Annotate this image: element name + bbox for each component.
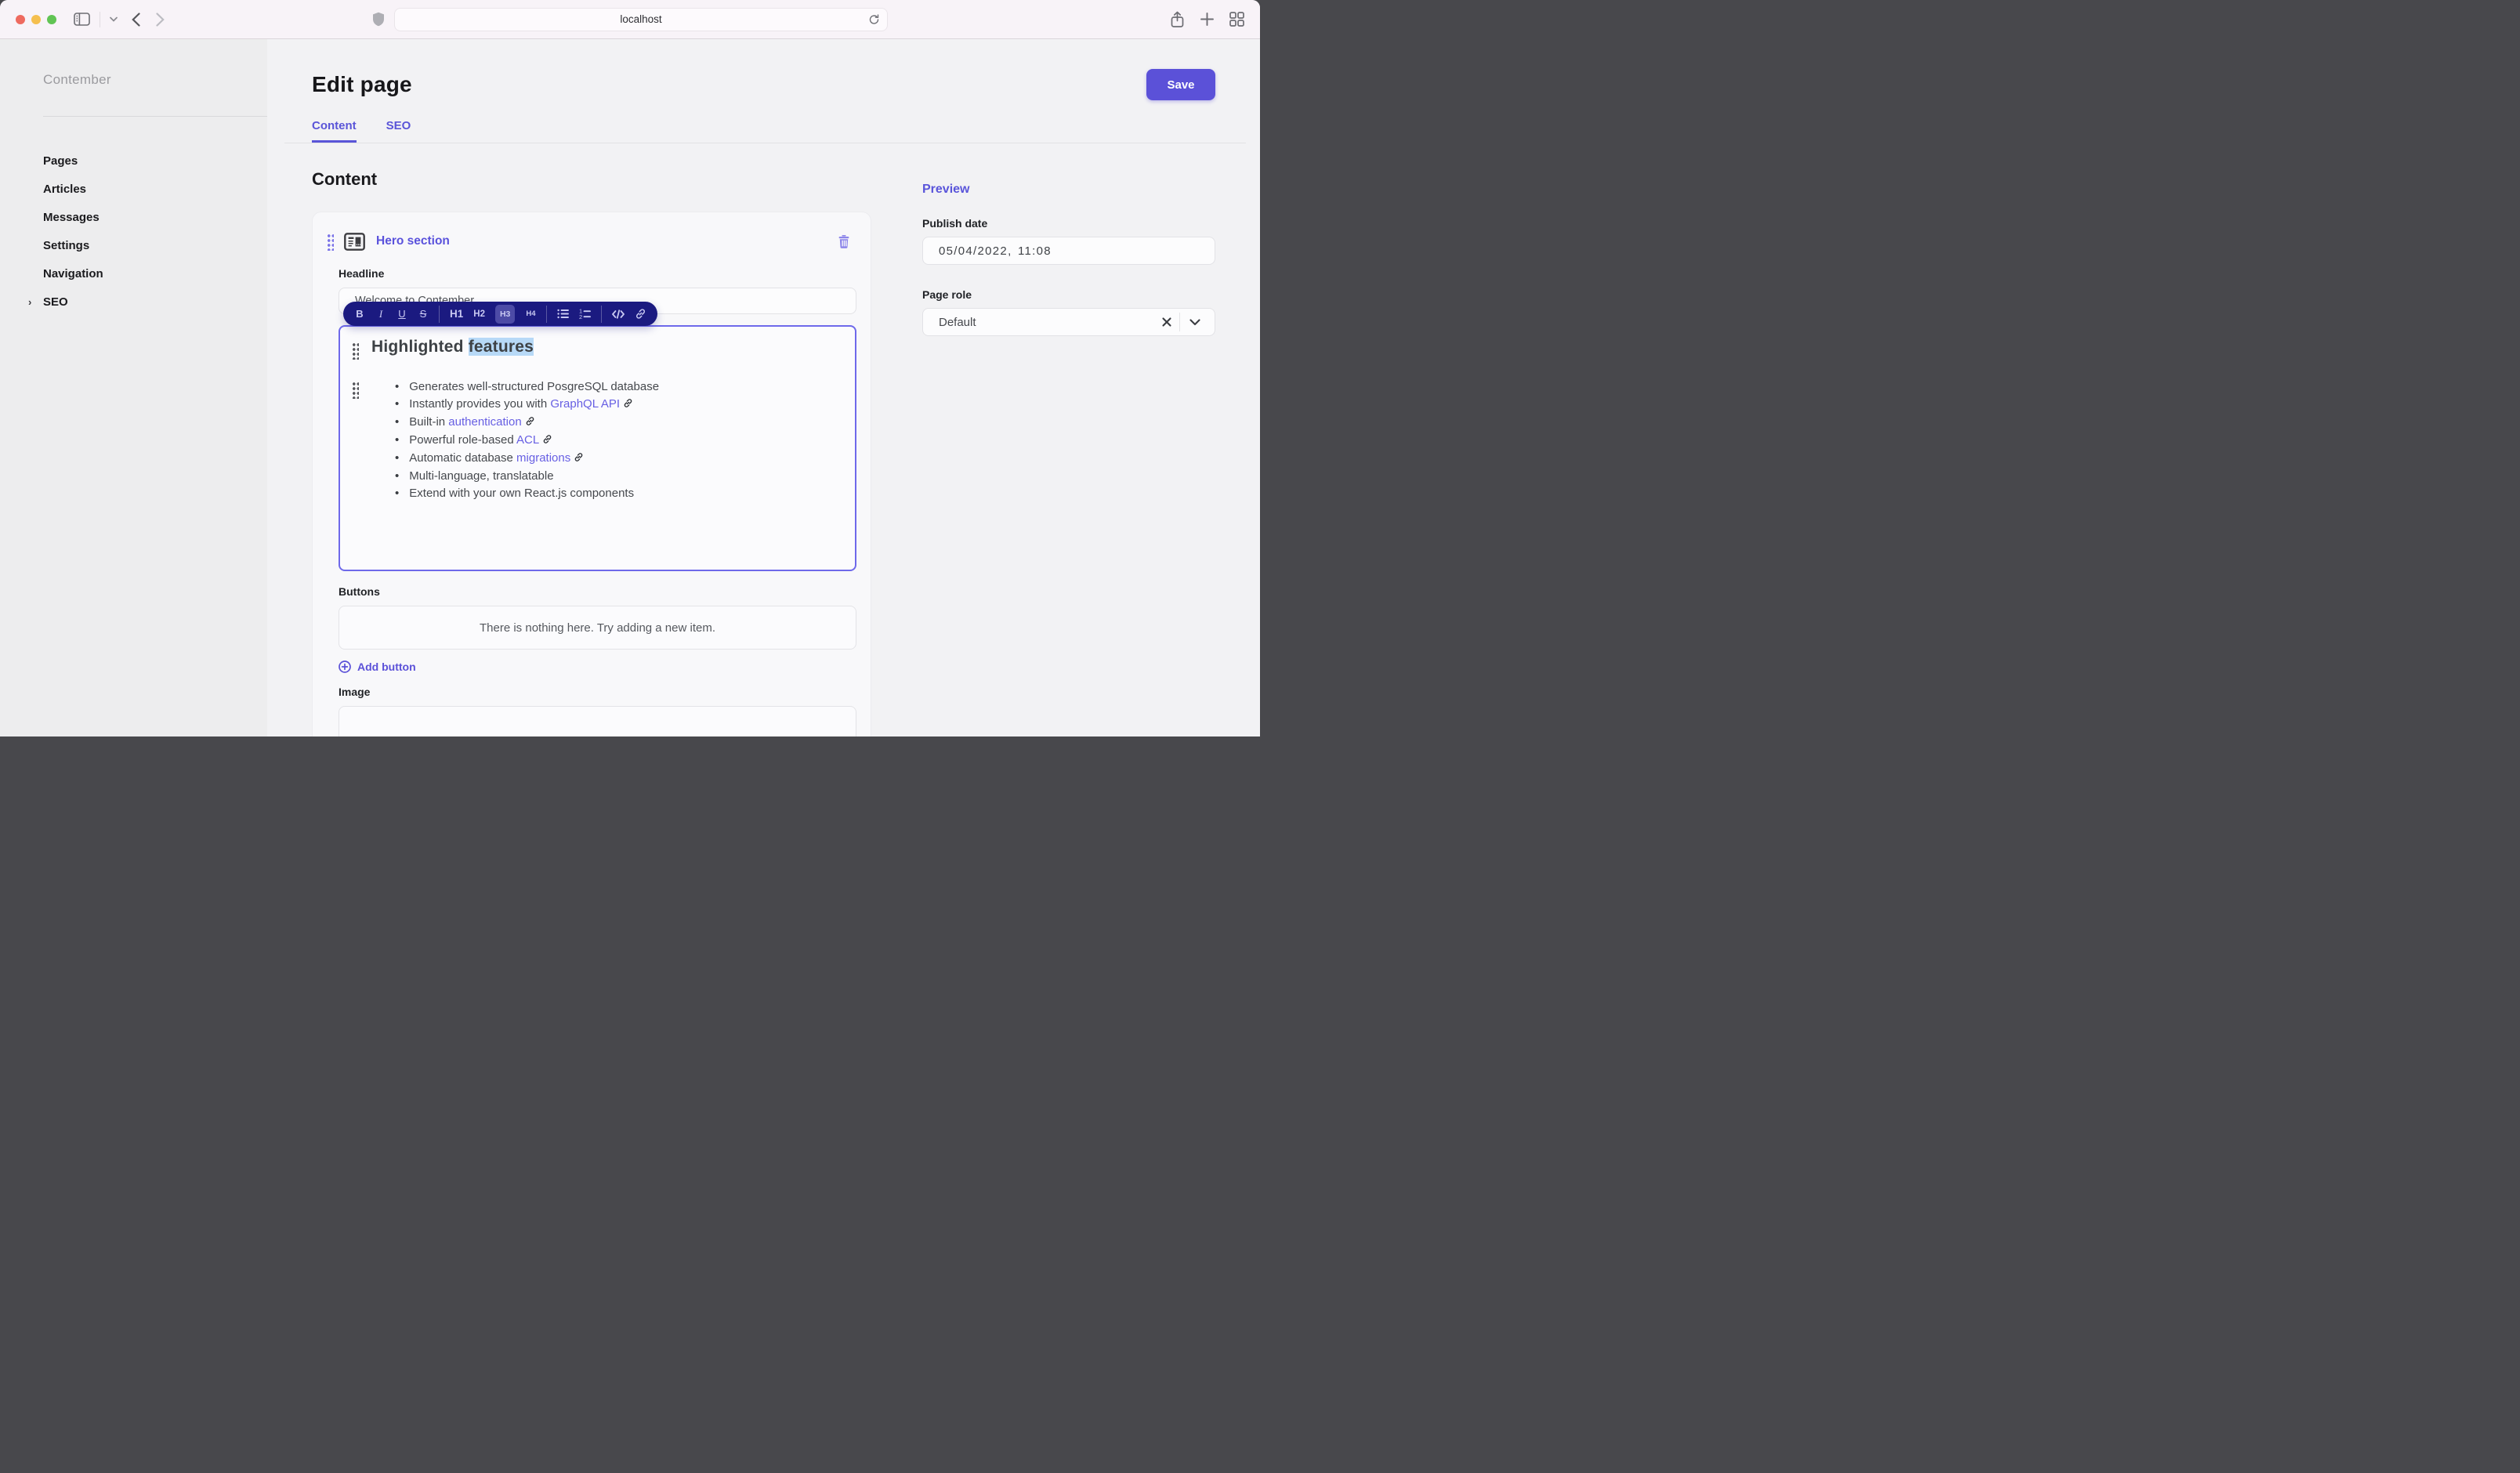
publish-date-value: 05/04/2022, 11:08 [939, 244, 1052, 258]
inline-link[interactable]: ACL [516, 433, 539, 447]
list-item: Instantly provides you with GraphQL API [395, 396, 659, 414]
list-item: Built-in authentication [395, 414, 659, 432]
drag-handle-icon[interactable] [352, 381, 359, 399]
privacy-shield-icon[interactable] [372, 12, 385, 27]
link-toolbar-icon[interactable] [635, 306, 646, 323]
list-item: Extend with your own React.js components [395, 485, 659, 502]
zoom-window-button[interactable] [47, 15, 56, 24]
publish-date-label: Publish date [922, 217, 1215, 230]
list-item: Powerful role-based ACL [395, 432, 659, 450]
hero-block-icon [344, 233, 365, 251]
tab-bar: Content SEO [312, 119, 1215, 143]
page-role-value: Default [939, 316, 1154, 329]
richtext-toolbar: B I U S H1 H2 H3 H4 [343, 302, 657, 326]
page-title: Edit page [312, 72, 412, 97]
bullet-list-icon[interactable] [557, 306, 569, 323]
minimize-window-button[interactable] [31, 15, 41, 24]
svg-text:2: 2 [579, 313, 582, 320]
sidebar-toggle-icon[interactable] [74, 13, 90, 26]
back-button[interactable] [132, 13, 140, 27]
tab-content[interactable]: Content [312, 119, 357, 143]
sidebar-item-navigation[interactable]: Navigation [43, 259, 267, 288]
sidebar-item-messages[interactable]: Messages [43, 203, 267, 231]
tab-overview-icon[interactable] [1229, 12, 1244, 27]
new-tab-icon[interactable] [1200, 13, 1214, 26]
sidebar-item-seo[interactable]: › SEO [43, 288, 267, 316]
content-section-title: Content [312, 169, 871, 190]
drag-handle-icon[interactable] [327, 233, 334, 251]
buttons-label: Buttons [339, 585, 855, 598]
editor-heading: Highlighted features [371, 338, 534, 356]
link-icon [542, 432, 552, 450]
address-bar-url: localhost [620, 13, 661, 25]
italic-button[interactable]: I [375, 306, 386, 323]
link-icon [623, 396, 633, 414]
headline-label: Headline [339, 267, 855, 280]
link-icon [574, 451, 584, 468]
app-sidebar: Contember Pages Articles Messages Settin… [0, 39, 267, 736]
add-button-action[interactable]: Add button [339, 660, 416, 673]
preview-link[interactable]: Preview [922, 183, 969, 197]
heading1-button[interactable]: H1 [450, 306, 463, 323]
inline-link[interactable]: GraphQL API [550, 397, 620, 411]
sidebar-item-settings[interactable]: Settings [43, 231, 267, 259]
underline-button[interactable]: U [396, 306, 407, 323]
close-window-button[interactable] [16, 15, 25, 24]
list-item: Automatic database migrations [395, 450, 659, 468]
address-bar[interactable]: localhost [394, 8, 888, 31]
browser-window: localhost [0, 0, 1260, 736]
delete-block-icon[interactable] [838, 234, 850, 248]
hero-block-title[interactable]: Hero section [376, 234, 450, 248]
list-item: Multi-language, translatable [395, 468, 659, 485]
text-selection: features [469, 338, 534, 356]
reload-icon[interactable] [868, 13, 880, 25]
image-label: Image [339, 686, 855, 698]
traffic-lights [16, 15, 56, 24]
buttons-empty-state: There is nothing here. Try adding a new … [339, 606, 856, 650]
share-icon[interactable] [1170, 11, 1185, 28]
list-item: Generates well-structured PosgreSQL data… [395, 378, 659, 396]
code-icon[interactable] [612, 306, 625, 323]
page-role-select[interactable]: Default [922, 308, 1215, 336]
browser-toolbar: localhost [0, 0, 1260, 39]
hero-section-card: Hero section [312, 212, 871, 736]
bold-button[interactable]: B [354, 306, 365, 323]
sidebar-menu-chevron-icon[interactable] [110, 16, 118, 22]
brand-logo: Contember [43, 72, 267, 88]
inline-link[interactable]: migrations [516, 451, 570, 465]
sidebar-divider [43, 116, 267, 117]
circled-plus-icon [339, 660, 351, 673]
heading3-button-active[interactable]: H3 [495, 305, 515, 324]
chevron-right-icon: › [28, 296, 31, 308]
strikethrough-button[interactable]: S [418, 306, 429, 323]
tab-seo[interactable]: SEO [386, 119, 411, 143]
clear-selection-icon[interactable] [1154, 317, 1179, 327]
heading2-button[interactable]: H2 [473, 306, 485, 323]
link-icon [525, 414, 535, 432]
heading4-button[interactable]: H4 [525, 306, 536, 323]
sidebar-nav: Pages Articles Messages Settings Navigat… [43, 147, 267, 316]
sidebar-item-articles[interactable]: Articles [43, 175, 267, 203]
image-dropzone[interactable]: Select files to upload [339, 706, 856, 736]
toolbar-separator [439, 306, 440, 323]
inline-link[interactable]: authentication [448, 415, 521, 429]
save-button[interactable]: Save [1146, 69, 1215, 100]
chevron-down-icon[interactable] [1180, 319, 1204, 326]
toolbar-separator [601, 306, 602, 323]
sidebar-item-pages[interactable]: Pages [43, 147, 267, 175]
publish-date-input[interactable]: 05/04/2022, 11:08 [922, 237, 1215, 265]
drag-handle-icon[interactable] [352, 342, 359, 360]
page-role-label: Page role [922, 288, 1215, 301]
feature-list: Generates well-structured PosgreSQL data… [395, 378, 659, 502]
ordered-list-icon[interactable]: 1 2 [579, 306, 591, 323]
richtext-editor[interactable]: Highlighted features Generates well-stru… [339, 325, 856, 571]
toolbar-separator [546, 306, 547, 323]
forward-button[interactable] [156, 13, 165, 27]
